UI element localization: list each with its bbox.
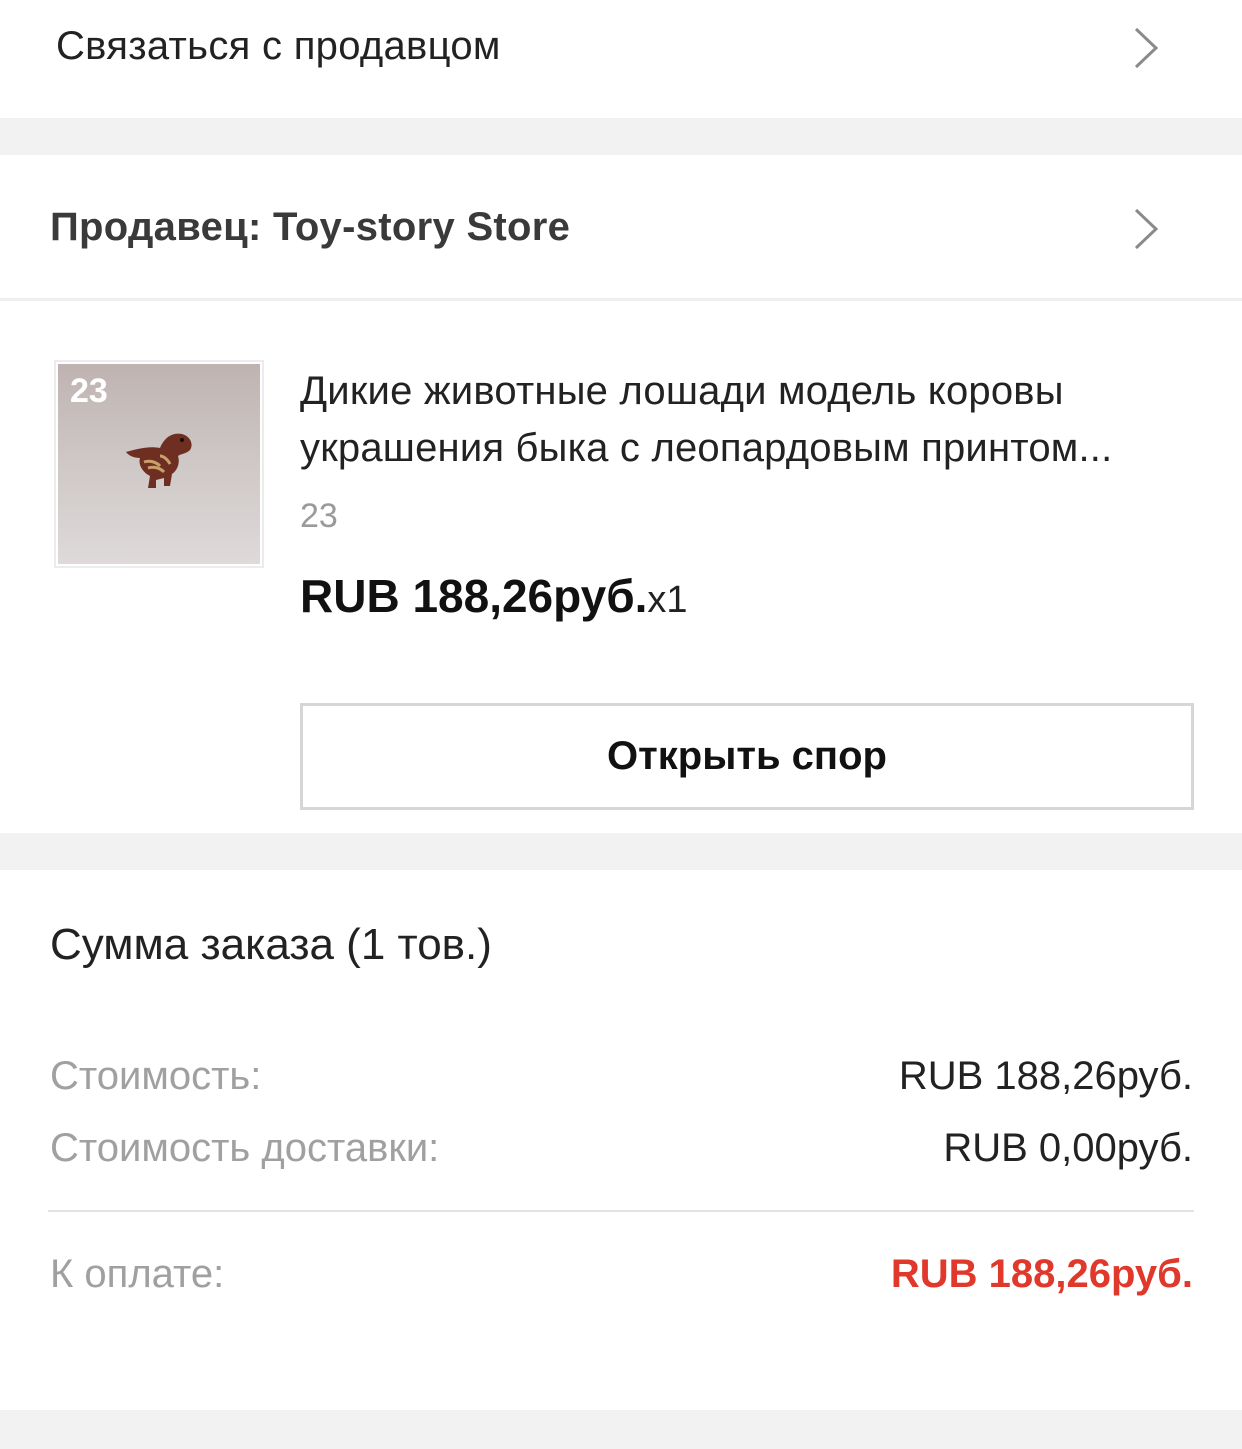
thumbnail-number: 23 xyxy=(70,372,108,410)
product-quantity: x1 xyxy=(647,579,688,621)
order-summary-title: Сумма заказа (1 тов.) xyxy=(50,920,492,969)
summary-row-shipping: Стоимость доставки: RUB 0,00руб. xyxy=(50,1126,1193,1182)
product-title-line-2: украшения быка с леопардовым принтом... xyxy=(300,426,1113,470)
shipping-label: Стоимость доставки: xyxy=(50,1126,440,1170)
product-title-line-1: Дикие животные лошади модель коровы xyxy=(300,369,1064,413)
summary-divider xyxy=(48,1210,1194,1212)
contact-seller-label: Связаться с продавцом xyxy=(56,24,501,68)
product-price: RUB 188,26руб.x1 xyxy=(300,569,688,623)
seller-store-row[interactable]: Продавец: Toy-story Store xyxy=(0,155,1242,301)
order-summary-card: Сумма заказа (1 тов.) Стоимость: RUB 188… xyxy=(0,870,1242,1410)
chevron-right-icon xyxy=(1132,207,1160,251)
shipping-value: RUB 0,00руб. xyxy=(943,1126,1193,1170)
product-title[interactable]: Дикие животные лошади модель коровы укра… xyxy=(300,363,1200,477)
product-variant: 23 xyxy=(300,497,338,535)
product-image: 23 xyxy=(58,364,260,564)
total-label: К оплате: xyxy=(50,1252,225,1296)
open-dispute-button[interactable]: Открыть спор xyxy=(300,703,1194,810)
seller-name-label: Продавец: Toy-story Store xyxy=(50,205,571,249)
contact-seller-row[interactable]: Связаться с продавцом xyxy=(0,0,1242,118)
total-value: RUB 188,26руб. xyxy=(890,1252,1193,1296)
seller-order-card: Продавец: Toy-story Store 23 Дикие живот… xyxy=(0,155,1242,833)
dinosaur-figurine-icon xyxy=(126,433,192,488)
cost-value: RUB 188,26руб. xyxy=(898,1054,1193,1098)
chevron-right-icon xyxy=(1132,26,1160,70)
product-price-amount: RUB 188,26руб. xyxy=(300,570,648,622)
summary-row-cost: Стоимость: RUB 188,26руб. xyxy=(50,1054,1193,1110)
cost-label: Стоимость: xyxy=(50,1054,262,1098)
summary-row-total: К оплате: RUB 188,26руб. xyxy=(50,1252,1193,1308)
order-details-page: Связаться с продавцом Продавец: Toy-stor… xyxy=(0,0,1242,1449)
product-thumbnail[interactable]: 23 xyxy=(54,360,264,568)
